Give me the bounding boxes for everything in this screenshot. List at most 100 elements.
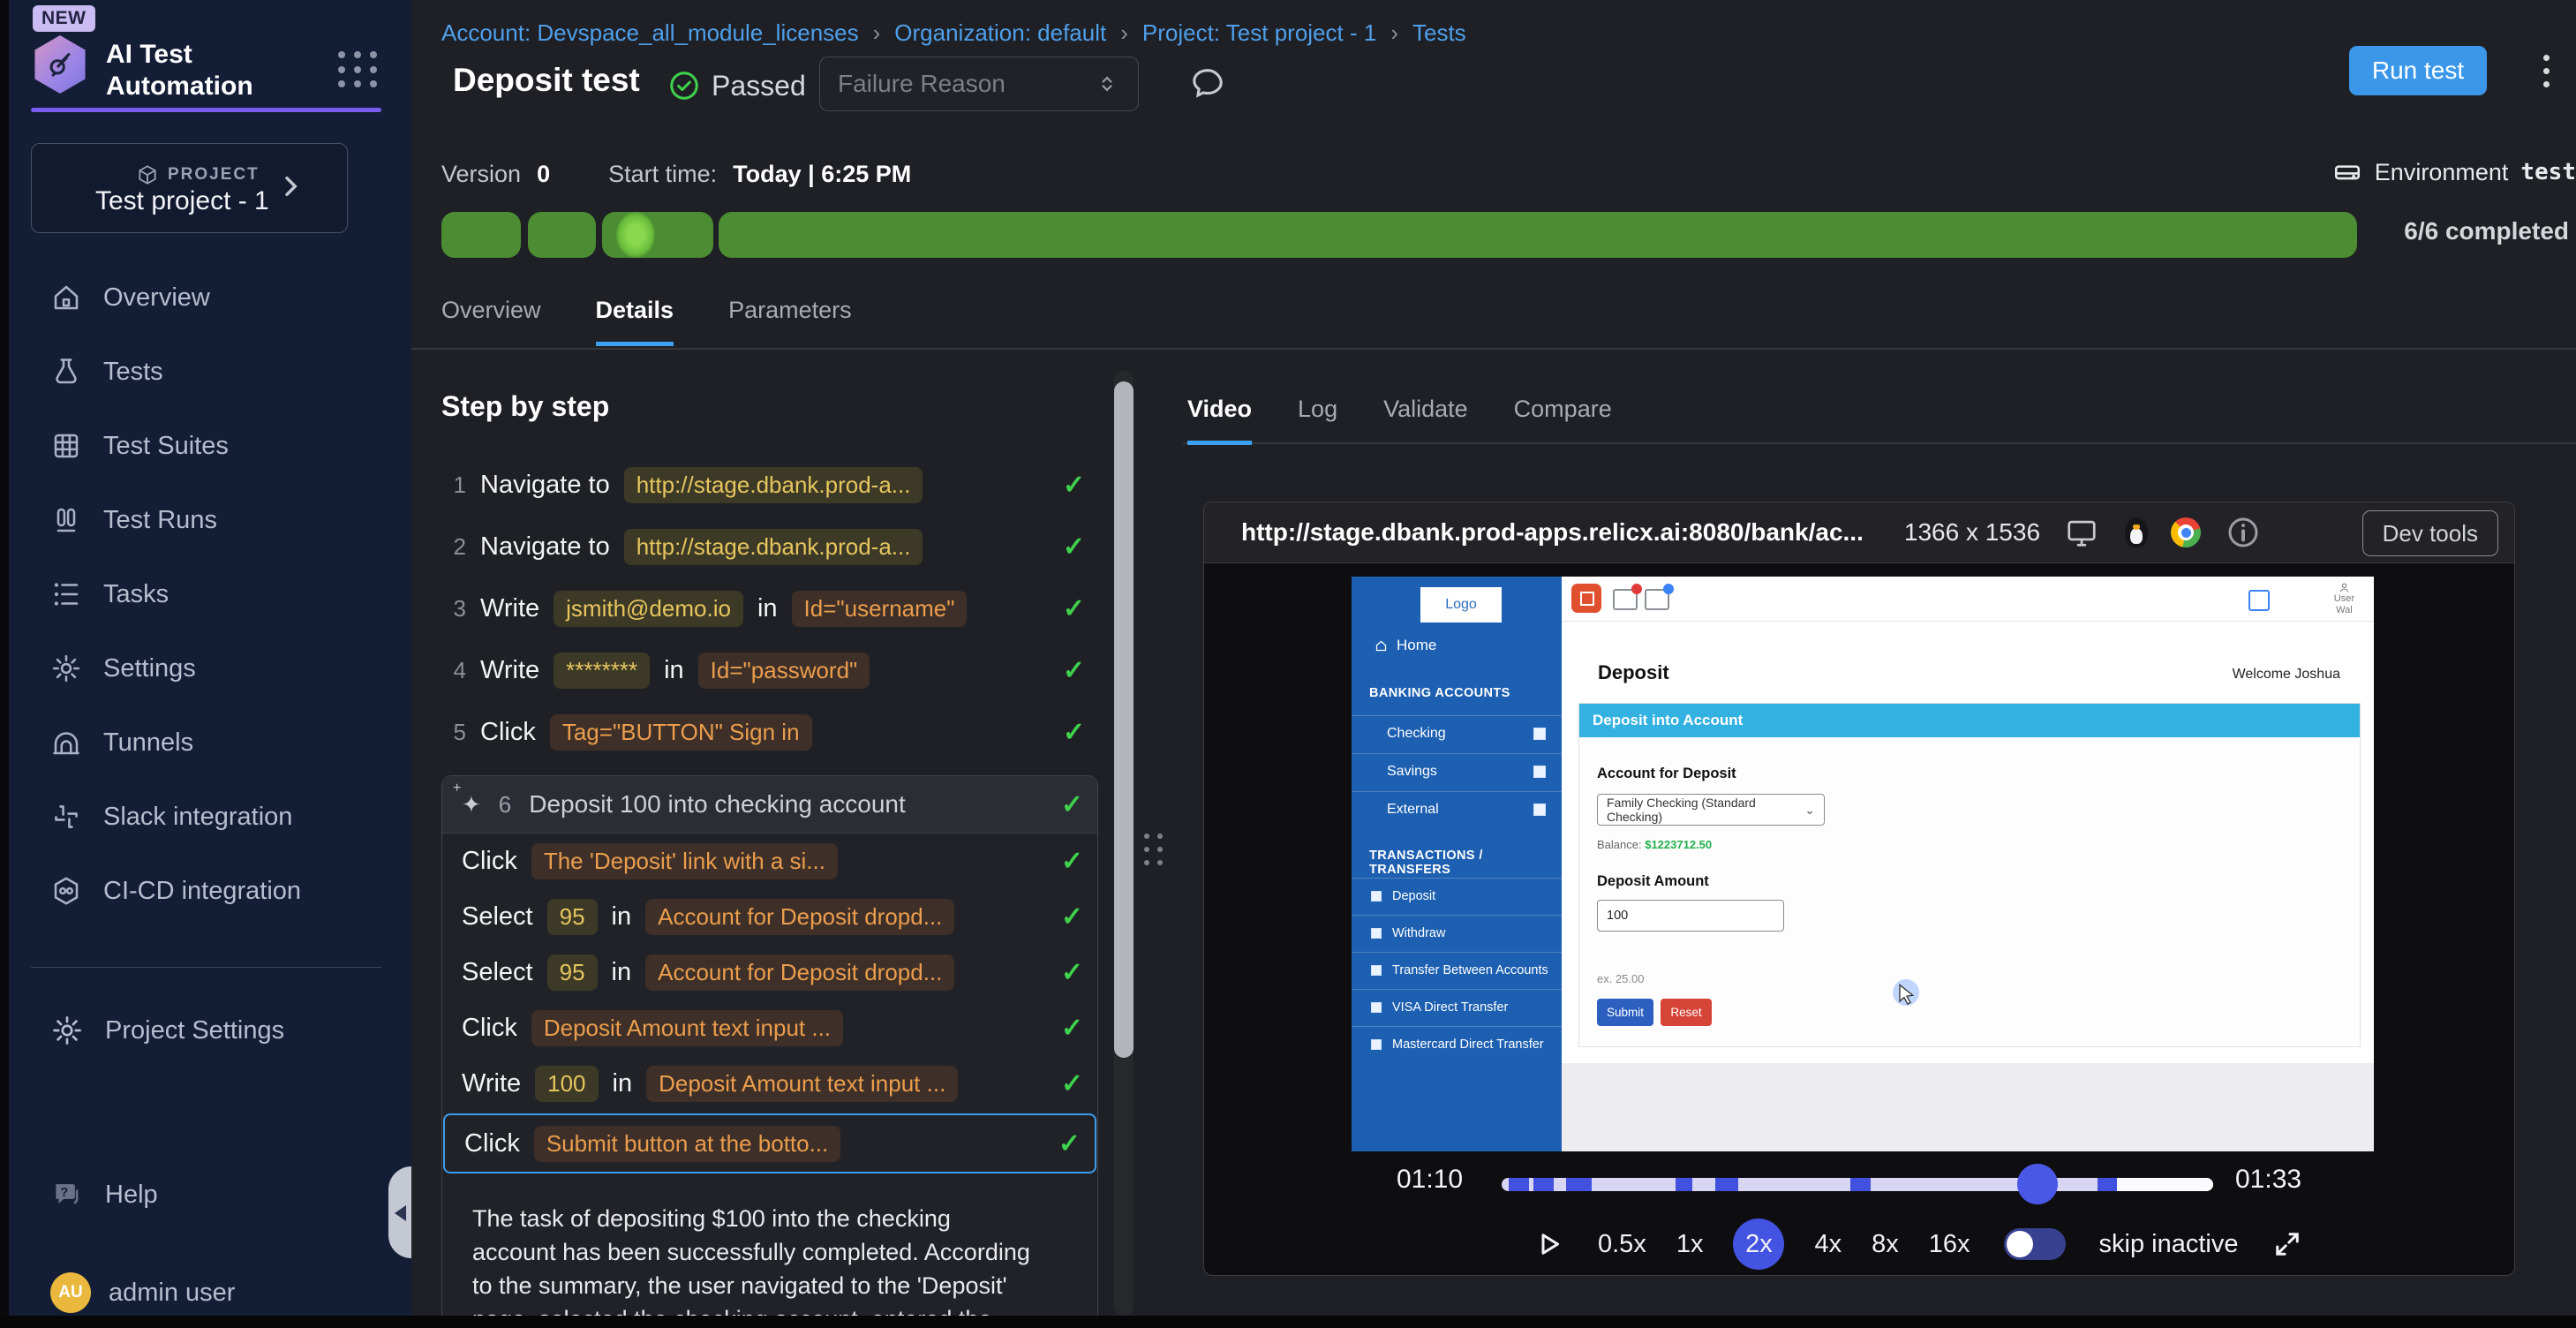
speed-button-4x[interactable]: 4x — [1814, 1230, 1842, 1259]
sidebar-item-project-settings[interactable]: Project Settings — [50, 993, 284, 1068]
scrubber-event-marker[interactable] — [1850, 1178, 1871, 1191]
scrubber-event-marker[interactable] — [1715, 1178, 1739, 1191]
check-icon: ✓ — [1061, 789, 1083, 820]
scrubber-event-marker[interactable] — [1533, 1178, 1554, 1191]
bank-tx-visa-direct-transfer[interactable]: VISA Direct Transfer — [1352, 989, 1562, 1025]
apps-grid-icon[interactable] — [338, 51, 380, 90]
speed-button-1x[interactable]: 1x — [1676, 1230, 1704, 1259]
bank-reset-button[interactable]: Reset — [1661, 999, 1712, 1026]
drive-icon — [2332, 157, 2362, 187]
bank-account-savings[interactable]: Savings — [1352, 753, 1562, 788]
steps-scrollbar-thumb[interactable] — [1114, 381, 1134, 1058]
step-row[interactable]: 1Navigate tohttp://stage.dbank.prod-a...… — [441, 454, 1099, 516]
sidebar-item-tests[interactable]: Tests — [50, 335, 301, 409]
sidebar-collapse-handle[interactable] — [388, 1166, 411, 1258]
checkbox-icon[interactable] — [1533, 804, 1546, 816]
step-row[interactable]: 2Navigate tohttp://stage.dbank.prod-a...… — [441, 516, 1099, 577]
bank-account-external[interactable]: External — [1352, 791, 1562, 826]
video-tab-log[interactable]: Log — [1298, 396, 1337, 445]
bank-account-select[interactable]: Family Checking (Standard Checking)⌄ — [1597, 794, 1825, 826]
brand-underline — [31, 108, 381, 112]
sidebar-item-slack-integration[interactable]: Slack integration — [50, 780, 301, 854]
sidebar-item-ci-cd-integration[interactable]: CI-CD integration — [50, 854, 301, 928]
video-tabs: Video Log Validate Compare — [1187, 396, 1612, 445]
dev-tools-button[interactable]: Dev tools — [2362, 510, 2498, 556]
breadcrumb-link[interactable]: Account: Devspace_all_module_licenses — [441, 19, 859, 47]
breadcrumb-link[interactable]: Organization: default — [894, 19, 1106, 47]
bank-tx-transfer-between-accounts[interactable]: Transfer Between Accounts — [1352, 952, 1562, 988]
sidebar-item-tasks[interactable]: Tasks — [50, 557, 301, 631]
start-time-value: Today | 6:25 PM — [733, 161, 911, 188]
tab-overview[interactable]: Overview — [441, 297, 541, 346]
scrubber-playhead[interactable] — [2017, 1164, 2058, 1204]
skip-inactive-toggle[interactable] — [2004, 1228, 2066, 1260]
step-target-chip: Id="username" — [792, 591, 968, 627]
substep-row[interactable]: Write100inDeposit Amount text input ...✓ — [442, 1056, 1097, 1112]
step-row[interactable]: 4Write********inId="password"✓ — [441, 639, 1099, 701]
scrubber-event-marker[interactable] — [1509, 1178, 1529, 1191]
substep-row[interactable]: ClickDeposit Amount text input ...✓ — [442, 1000, 1097, 1056]
step-group-header[interactable]: ✦ 6 Deposit 100 into checking account ✓ — [442, 776, 1097, 834]
check-icon: ✓ — [1063, 532, 1085, 562]
sidebar-item-test-runs[interactable]: Test Runs — [50, 483, 301, 557]
check-circle-icon — [667, 69, 701, 102]
play-button[interactable] — [1533, 1228, 1564, 1260]
sidebar-item-settings[interactable]: Settings — [50, 631, 301, 706]
breadcrumb-link[interactable]: Project: Test project - 1 — [1142, 19, 1376, 47]
check-icon: ✓ — [1063, 593, 1085, 624]
step-row[interactable]: 5ClickTag="BUTTON" Sign in✓ — [441, 701, 1099, 763]
fullscreen-icon[interactable] — [2271, 1228, 2303, 1260]
failure-reason-select[interactable]: Failure Reason — [819, 57, 1139, 111]
bank-footer — [1562, 1063, 2374, 1151]
checkbox-icon[interactable] — [1533, 766, 1546, 778]
substep-row-selected[interactable]: ClickSubmit button at the botto...✓ — [443, 1113, 1096, 1173]
sidebar-item-test-suites[interactable]: Test Suites — [50, 409, 301, 483]
check-icon: ✓ — [1058, 1128, 1081, 1159]
progress-segment[interactable] — [719, 212, 2357, 258]
progress-segment[interactable] — [528, 212, 596, 258]
video-url-bar: http://stage.dbank.prod-apps.relicx.ai:8… — [1204, 502, 2514, 563]
substep-row[interactable]: ClickThe 'Deposit' link with a si...✓ — [442, 834, 1097, 889]
panel-resize-handle[interactable] — [1144, 834, 1163, 865]
substep-row[interactable]: Select95inAccount for Deposit dropd...✓ — [442, 889, 1097, 945]
bank-amount-input[interactable]: 100 — [1597, 900, 1784, 932]
bank-logo: Logo — [1420, 587, 1502, 622]
checkbox-icon[interactable] — [1533, 728, 1546, 740]
progress-segment[interactable] — [441, 212, 521, 258]
bank-tx-deposit[interactable]: Deposit — [1352, 878, 1562, 914]
breadcrumb-link[interactable]: Tests — [1412, 19, 1466, 47]
bank-amount-label: Deposit Amount — [1597, 873, 1709, 890]
scrubber-event-marker[interactable] — [1566, 1178, 1593, 1191]
sidebar-item-overview[interactable]: Overview — [50, 260, 301, 335]
scrubber-event-marker[interactable] — [1676, 1178, 1692, 1191]
comment-icon[interactable] — [1188, 64, 1227, 102]
sidebar-item-help[interactable]: ? Help — [50, 1158, 158, 1232]
scrubber-event-marker[interactable] — [2098, 1178, 2118, 1191]
project-selector[interactable]: PROJECT Test project - 1 — [31, 143, 348, 233]
more-options-icon[interactable] — [2528, 49, 2564, 92]
progress-segment[interactable] — [602, 212, 713, 258]
step-row[interactable]: 3Writejsmith@demo.ioinId="username"✓ — [441, 577, 1099, 639]
video-tab-compare[interactable]: Compare — [1514, 396, 1612, 445]
bank-account-checking[interactable]: Checking — [1352, 715, 1562, 751]
bank-deposit-card: Deposit into Account Account for Deposit… — [1578, 703, 2361, 1047]
video-tab-validate[interactable]: Validate — [1383, 396, 1468, 445]
bank-tx-withdraw[interactable]: Withdraw — [1352, 915, 1562, 951]
speed-button-0.5x[interactable]: 0.5x — [1598, 1230, 1646, 1259]
speed-button-2x[interactable]: 2x — [1733, 1219, 1784, 1270]
bank-tx-mastercard-direct-transfer[interactable]: Mastercard Direct Transfer — [1352, 1026, 1562, 1062]
info-icon[interactable] — [2226, 515, 2261, 550]
video-scrubber[interactable] — [1502, 1178, 2213, 1191]
bank-page-title: Deposit — [1598, 661, 1669, 684]
app-logo-icon[interactable] — [33, 35, 87, 94]
tab-parameters[interactable]: Parameters — [728, 297, 852, 346]
substep-row[interactable]: Select95inAccount for Deposit dropd...✓ — [442, 945, 1097, 1000]
tab-details[interactable]: Details — [596, 297, 674, 346]
progress-label: 6/6 completed — [2404, 217, 2569, 245]
run-test-button[interactable]: Run test — [2349, 46, 2487, 95]
speed-button-16x[interactable]: 16x — [1929, 1230, 1970, 1259]
bank-submit-button[interactable]: Submit — [1597, 999, 1653, 1026]
sidebar-item-tunnels[interactable]: Tunnels — [50, 706, 301, 780]
video-tab-video[interactable]: Video — [1187, 396, 1252, 445]
speed-button-8x[interactable]: 8x — [1872, 1230, 1899, 1259]
